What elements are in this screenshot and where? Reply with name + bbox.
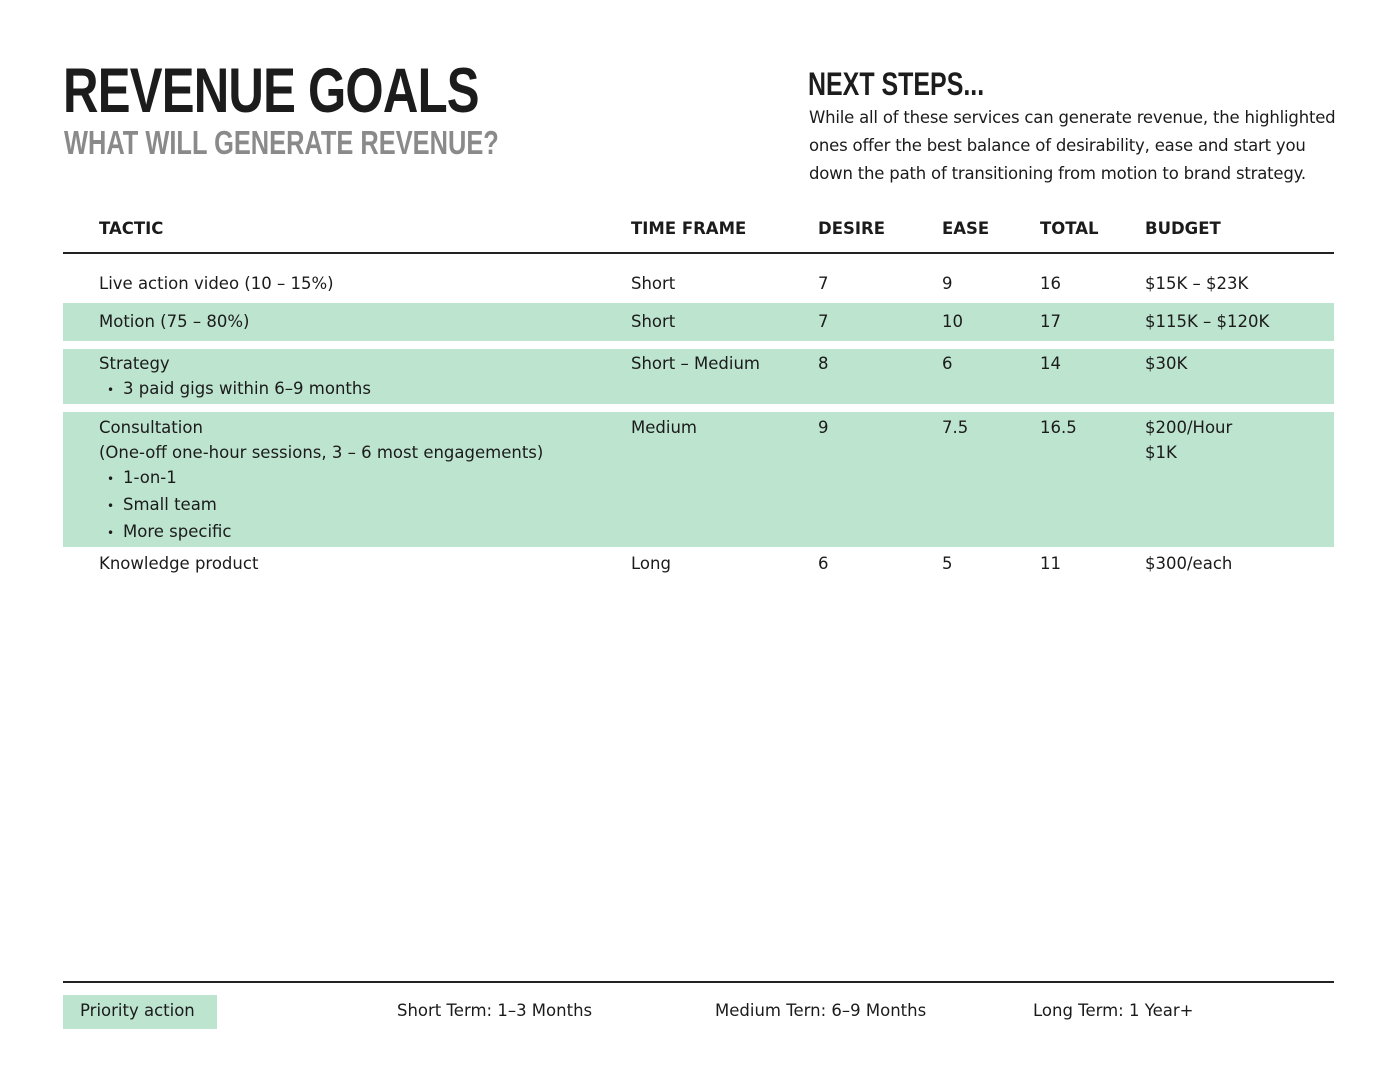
header-tactic: TACTIC: [99, 219, 164, 238]
budget-value: $115K – $120K: [1145, 312, 1270, 331]
header-desire: DESIRE: [818, 219, 885, 238]
medium-term-legend: Medium Tern: 6–9 Months: [715, 1001, 927, 1020]
total-cell: 14: [1040, 354, 1061, 373]
next-steps-body: While all of these services can generate…: [809, 108, 1336, 183]
table-header: TACTIC TIME FRAME DESIRE EASE TOTAL BUDG…: [63, 213, 1334, 254]
budget-cell: $200/Hour $1K: [1145, 415, 1232, 465]
tactic-name: Consultation: [99, 418, 203, 437]
tactic-name: Live action video (10 – 15%): [99, 274, 334, 293]
desire-cell: 8: [818, 354, 829, 373]
tactic-cell: Strategy 3 paid gigs within 6–9 months: [99, 351, 371, 403]
header-time-frame: TIME FRAME: [631, 219, 747, 238]
budget-cell: $15K – $23K: [1145, 271, 1248, 296]
tactic-bullet: 1-on-1: [99, 465, 543, 492]
priority-legend-label: Priority action: [80, 1001, 195, 1020]
tactic-name: Knowledge product: [99, 554, 259, 573]
page-subtitle: WHAT WILL GENERATE REVENUE?: [64, 124, 499, 161]
desire-cell: 6: [818, 554, 829, 573]
time-frame-cell: Medium: [631, 418, 697, 437]
tactic-cell: Live action video (10 – 15%): [99, 271, 334, 296]
total-cell: 11: [1040, 554, 1061, 573]
budget-value: $200/Hour: [1145, 418, 1233, 437]
long-term-legend: Long Term: 1 Year+: [1033, 1001, 1194, 1020]
tactic-cell: Motion (75 – 80%): [99, 309, 249, 334]
total-cell: 16.5: [1040, 418, 1077, 437]
ease-cell: 5: [942, 554, 953, 573]
ease-cell: 10: [942, 312, 963, 331]
tactic-cell: Consultation (One-off one-hour sessions, …: [99, 415, 543, 546]
tactic-bullet: More specific: [99, 519, 543, 546]
tactic-bullet: Small team: [99, 492, 543, 519]
budget-cell: $115K – $120K: [1145, 309, 1269, 334]
short-term-legend: Short Term: 1–3 Months: [397, 1001, 593, 1020]
desire-cell: 7: [818, 312, 829, 331]
budget-cell: $30K: [1145, 351, 1187, 376]
revenue-table: TACTIC TIME FRAME DESIRE EASE TOTAL BUDG…: [63, 213, 1334, 587]
total-cell: 16: [1040, 274, 1061, 293]
time-frame-cell: Short: [631, 274, 676, 293]
tactic-detail: (One-off one-hour sessions, 3 – 6 most e…: [99, 443, 544, 462]
tactic-cell: Knowledge product: [99, 551, 258, 576]
table-row: Live action video (10 – 15%) Short 7 9 16 $15…: [63, 254, 1334, 303]
desire-cell: 9: [818, 418, 829, 437]
next-steps-heading: NEXT STEPS...: [808, 66, 985, 102]
tactic-name: Motion (75 – 80%): [99, 312, 250, 331]
budget-value: $1K: [1145, 443, 1177, 462]
time-frame-cell: Short – Medium: [631, 354, 760, 373]
table-row: Motion (75 – 80%) Short 7 10 17 $115K – $120K: [63, 303, 1334, 341]
ease-cell: 7.5: [942, 418, 969, 437]
budget-value: $30K: [1145, 354, 1188, 373]
footer-divider: [63, 981, 1334, 983]
time-frame-cell: Long: [631, 554, 671, 573]
header-ease: EASE: [942, 219, 990, 238]
total-cell: 17: [1040, 312, 1061, 331]
table-row: Consultation (One-off one-hour sessions, …: [63, 412, 1334, 547]
table-row: Knowledge product Long 6 5 11 $300/each: [63, 547, 1334, 587]
tactic-name: Strategy: [99, 354, 170, 373]
header-total: TOTAL: [1040, 219, 1099, 238]
table-body: Live action video (10 – 15%) Short 7 9 16 $15…: [63, 254, 1334, 587]
header-budget: BUDGET: [1145, 219, 1221, 238]
budget-cell: $300/each: [1145, 551, 1232, 576]
time-frame-cell: Short: [631, 312, 676, 331]
budget-value: $300/each: [1145, 554, 1233, 573]
page-title: REVENUE GOALS: [63, 56, 480, 126]
table-row: Strategy 3 paid gigs within 6–9 months Sho…: [63, 349, 1334, 404]
ease-cell: 9: [942, 274, 953, 293]
ease-cell: 6: [942, 354, 953, 373]
desire-cell: 7: [818, 274, 829, 293]
tactic-bullet: 3 paid gigs within 6–9 months: [99, 376, 371, 403]
budget-value: $15K – $23K: [1145, 274, 1249, 293]
